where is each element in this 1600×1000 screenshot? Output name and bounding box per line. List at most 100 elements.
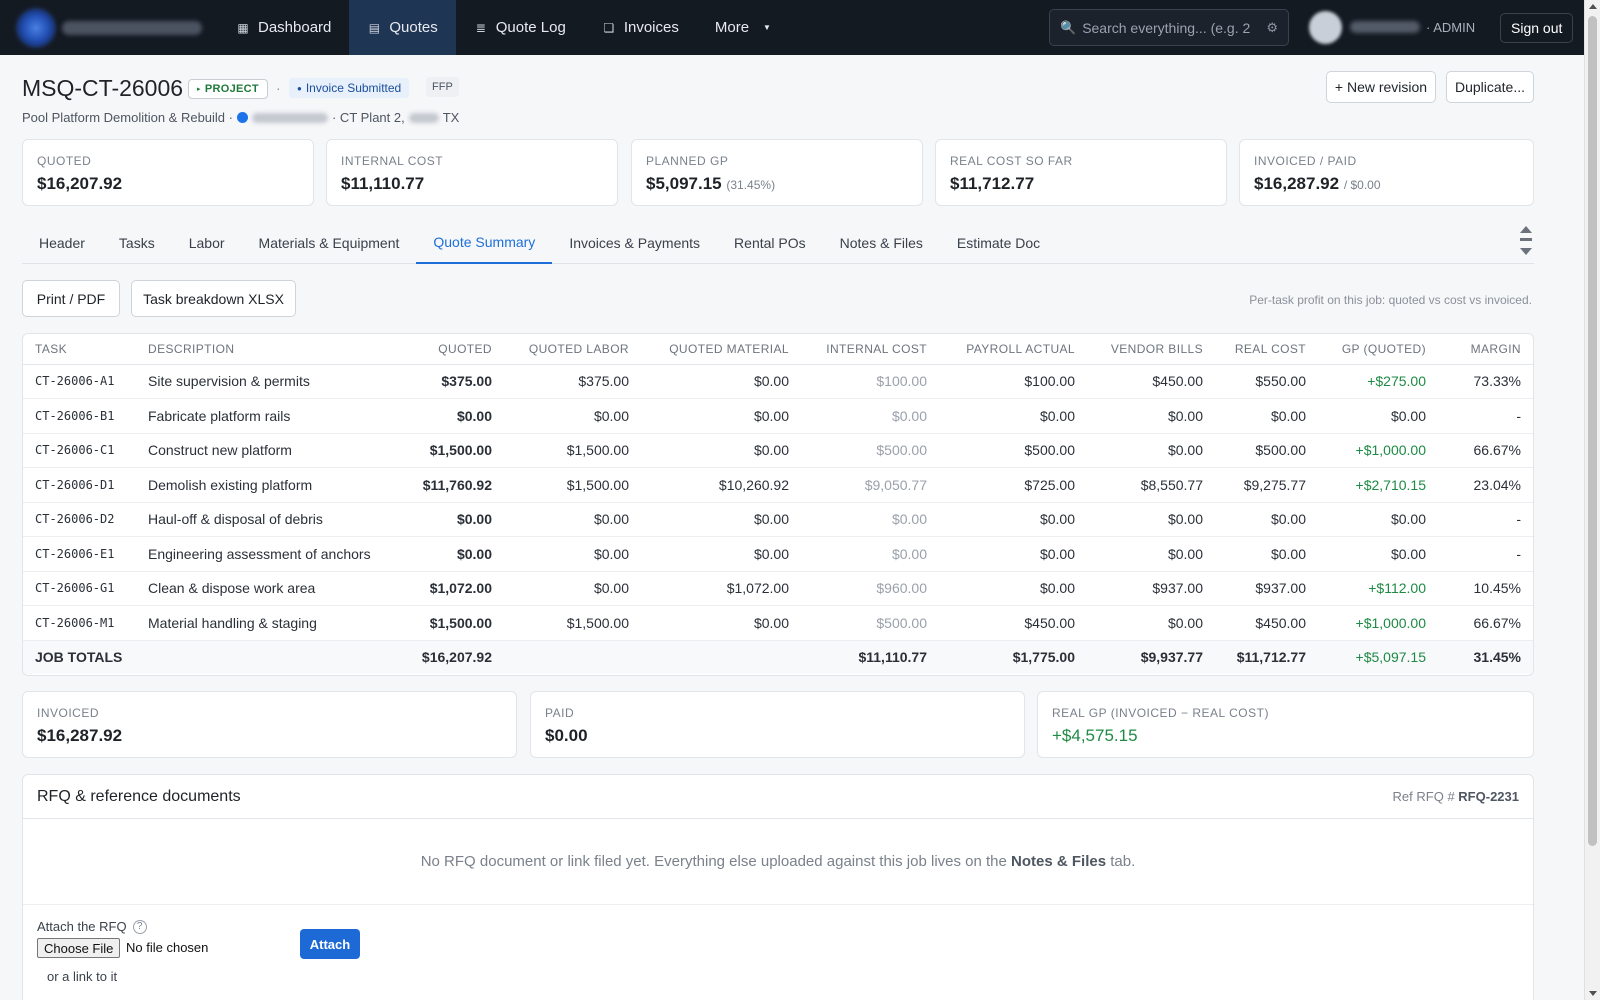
table-row[interactable]: CT-26006-B1 Fabricate platform rails $0.00… [23, 398, 1533, 434]
cell-quoted-labor: $0.00 [504, 571, 641, 606]
cell-quoted: $11,760.92 [394, 467, 504, 503]
cell-task: CT-26006-E1 [23, 536, 136, 572]
col-vendor-bills[interactable]: VENDOR BILLS [1087, 334, 1215, 365]
col-description[interactable]: DESCRIPTION [136, 334, 394, 365]
kpi-value-sub: / $0.00 [1343, 178, 1381, 192]
table-row[interactable]: CT-26006-D2 Haul-off & disposal of debris… [23, 502, 1533, 537]
scroll-thumb[interactable] [1588, 16, 1597, 846]
col-quoted-material[interactable]: QUOTED MATERIAL [641, 334, 801, 365]
task-profit-table: TASK DESCRIPTION QUOTED QUOTED LABOR QUO… [22, 333, 1534, 676]
tab-materials-equipment[interactable]: Materials & Equipment [242, 222, 417, 264]
gear-icon[interactable]: ⚙ [1266, 20, 1278, 36]
cell-vendor-bills: $0.00 [1087, 536, 1215, 572]
tab-header[interactable]: Header [22, 222, 102, 264]
cell-internal-cost: $0.00 [801, 502, 939, 537]
nav-invoices[interactable]: ❏ Invoices [584, 0, 697, 55]
cell-margin: 66.67% [1438, 605, 1533, 641]
help-icon[interactable]: ? [132, 919, 147, 934]
summary-label: REAL GP (INVOICED − REAL COST) [1052, 706, 1269, 720]
avatar[interactable] [1309, 11, 1342, 44]
tab-scroll-control[interactable] [1518, 224, 1534, 262]
tab-notes-files[interactable]: Notes & Files [823, 222, 940, 264]
cell-payroll-actual: $100.00 [939, 364, 1087, 399]
table-row[interactable]: CT-26006-A1 Site supervision & permits $37… [23, 364, 1533, 399]
scroll-up-arrow-icon[interactable] [1589, 4, 1597, 9]
table-row[interactable]: CT-26006-G1 Clean & dispose work area $1,0… [23, 571, 1533, 606]
separator: · [276, 80, 281, 96]
nav-dashboard[interactable]: ▦ Dashboard [218, 0, 349, 55]
status-text: Invoice Submitted [305, 81, 402, 95]
nav-quotes[interactable]: ▤ Quotes [349, 0, 456, 55]
cell-quoted-labor: $0.00 [504, 502, 641, 537]
cell-margin: - [1438, 536, 1533, 572]
col-quoted-labor[interactable]: QUOTED LABOR [504, 334, 641, 365]
col-quoted[interactable]: QUOTED [394, 334, 504, 365]
cell-internal-cost: $9,050.77 [801, 467, 939, 503]
tab-invoices-payments[interactable]: Invoices & Payments [552, 222, 717, 264]
tab-estimate-doc[interactable]: Estimate Doc [940, 222, 1057, 264]
cell-gp-quoted: $0.00 [1318, 398, 1438, 434]
col-real-cost[interactable]: REAL COST [1215, 334, 1318, 365]
scroll-down-icon[interactable] [1520, 248, 1532, 255]
company-name-redacted [62, 20, 202, 35]
cell-quoted-labor: $1,500.00 [504, 467, 641, 503]
nav-quote-log[interactable]: ≣ Quote Log [456, 0, 584, 55]
cell-real-cost: $0.00 [1215, 398, 1318, 434]
city-redacted [408, 112, 439, 123]
cell-margin: 23.04% [1438, 467, 1533, 503]
choose-file-button[interactable]: Choose File [37, 938, 121, 958]
col-task[interactable]: TASK [23, 334, 136, 365]
cell-margin: - [1438, 502, 1533, 537]
cell-description: Fabricate platform rails [136, 398, 394, 434]
cell-quoted-material: $1,072.00 [641, 571, 801, 606]
rfq-empty-text-1: No RFQ document or link filed yet. Every… [420, 853, 1007, 870]
page-scrollbar[interactable] [1584, 0, 1600, 1000]
cell-description: Clean & dispose work area [136, 571, 394, 606]
rfq-ref-label: Ref RFQ # [1392, 789, 1455, 804]
total-quoted: $16,207.92 [394, 639, 504, 674]
dot-icon: ▸ [197, 86, 201, 93]
tab-tasks[interactable]: Tasks [102, 222, 172, 264]
cell-quoted-material: $10,260.92 [641, 467, 801, 503]
summary-label: INVOICED [37, 706, 100, 720]
nav-more[interactable]: More ▼ [697, 0, 789, 55]
notes-files-link[interactable]: Notes & Files [1011, 853, 1106, 870]
summary-invoiced: INVOICED $16,287.92 [22, 691, 517, 758]
tab-quote-summary[interactable]: Quote Summary [416, 222, 553, 264]
job-tabs: Header Tasks Labor Materials & Equipment… [22, 222, 1534, 264]
total-payroll-actual: $1,775.00 [939, 639, 1087, 674]
total-real-cost: $11,712.77 [1215, 639, 1318, 674]
cell-payroll-actual: $450.00 [939, 605, 1087, 641]
attach-button[interactable]: Attach [300, 929, 360, 959]
top-nav: ▦ Dashboard ▤ Quotes ≣ Quote Log ❏ Invoi… [0, 0, 1584, 55]
brand[interactable] [0, 9, 218, 46]
col-payroll-actual[interactable]: PAYROLL ACTUAL [939, 334, 1087, 365]
duplicate-button[interactable]: Duplicate... [1446, 71, 1534, 103]
table-row[interactable]: CT-26006-C1 Construct new platform $1,500.… [23, 433, 1533, 468]
cell-gp-quoted: +$112.00 [1318, 571, 1438, 606]
table-row[interactable]: CT-26006-M1 Material handling & staging $1… [23, 605, 1533, 641]
page-title: MSQ-CT-26006 [22, 75, 184, 101]
table-row[interactable]: CT-26006-E1 Engineering assessment of anc… [23, 536, 1533, 572]
col-internal-cost[interactable]: INTERNAL COST [801, 334, 939, 365]
status-dot-icon: ● [297, 83, 302, 93]
cell-quoted: $1,500.00 [394, 433, 504, 468]
global-search-input[interactable]: 🔍 Search everything... (e.g. 2 ⚙ [1049, 9, 1289, 46]
scroll-down-arrow-icon[interactable] [1589, 991, 1597, 996]
cell-payroll-actual: $0.00 [939, 502, 1087, 537]
col-gp-quoted[interactable]: GP (QUOTED) [1318, 334, 1438, 365]
task-breakdown-xlsx-button[interactable]: Task breakdown XLSX [131, 280, 296, 317]
kpi-value: $16,287.92 / $0.00 [1254, 174, 1519, 194]
sign-out-button[interactable]: Sign out [1500, 13, 1574, 43]
print-pdf-button[interactable]: Print / PDF [22, 280, 120, 317]
tab-labor[interactable]: Labor [172, 222, 242, 264]
user-role: · ADMIN [1426, 20, 1476, 35]
cell-quoted: $0.00 [394, 502, 504, 537]
scroll-up-icon[interactable] [1520, 226, 1532, 233]
col-margin[interactable]: MARGIN [1438, 334, 1533, 365]
new-revision-button[interactable]: + New revision [1326, 71, 1436, 103]
cell-internal-cost: $500.00 [801, 433, 939, 468]
tab-rental-pos[interactable]: Rental POs [717, 222, 823, 264]
helper-text: Per-task profit on this job: quoted vs c… [1249, 293, 1532, 307]
table-row[interactable]: CT-26006-D1 Demolish existing platform $11… [23, 467, 1533, 503]
